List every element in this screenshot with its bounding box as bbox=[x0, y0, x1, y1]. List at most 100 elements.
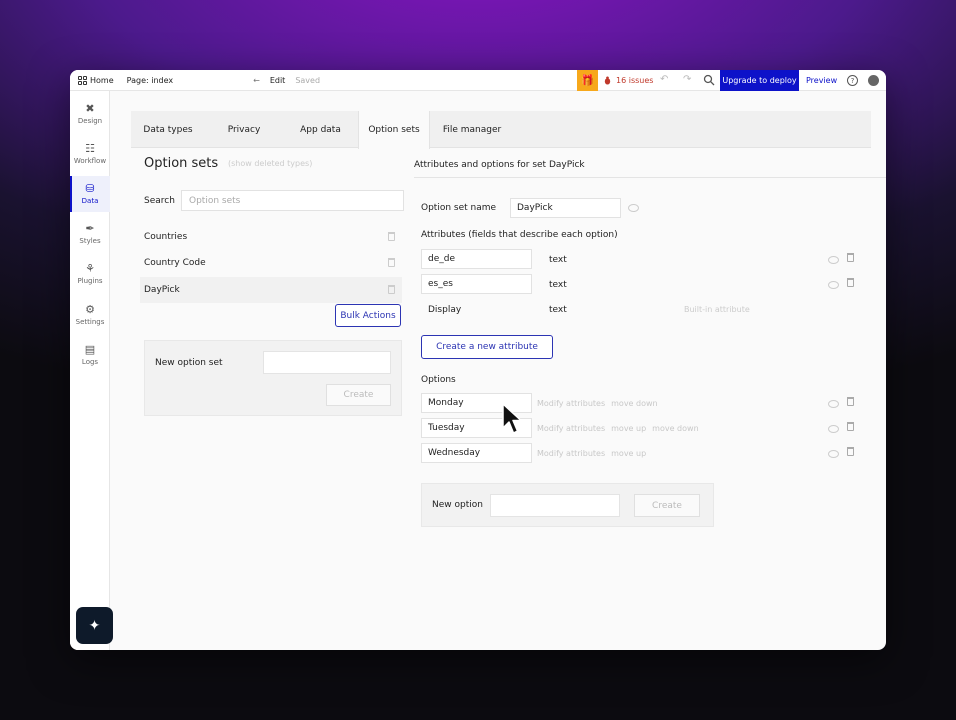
search-input[interactable] bbox=[181, 190, 404, 211]
mouse-cursor-icon bbox=[502, 403, 522, 434]
data-icon: ⛁ bbox=[85, 182, 95, 195]
upgrade-to-deploy-button[interactable]: Upgrade to deploy bbox=[720, 70, 799, 91]
sidebar-item-design[interactable]: ✖ Design bbox=[70, 96, 110, 132]
new-option-panel: New option Create bbox=[421, 483, 714, 527]
tab-data-types[interactable]: Data types bbox=[131, 111, 205, 148]
tab-file-manager[interactable]: File manager bbox=[432, 111, 512, 148]
tab-option-sets[interactable]: Option sets bbox=[358, 111, 430, 149]
modify-attributes-link[interactable]: Modify attributes bbox=[537, 424, 605, 433]
tab-privacy[interactable]: Privacy bbox=[211, 111, 277, 148]
section-header: Attributes and options for set DayPick bbox=[414, 160, 585, 170]
option-set-name: DayPick bbox=[144, 285, 180, 295]
divider bbox=[414, 177, 886, 178]
plugins-icon: ⚘ bbox=[85, 262, 95, 275]
move-down-link[interactable]: move down bbox=[611, 399, 657, 408]
undo-icon[interactable]: ↶ bbox=[660, 74, 668, 85]
grid-icon bbox=[78, 75, 87, 85]
option-set-name-input[interactable]: DayPick bbox=[510, 198, 621, 218]
settings-icon: ⚙ bbox=[85, 303, 95, 316]
trash-icon[interactable] bbox=[388, 258, 395, 267]
show-deleted-link[interactable]: (show deleted types) bbox=[228, 159, 312, 168]
sidebar-item-logs[interactable]: ▤ Logs bbox=[70, 337, 110, 373]
trash-icon[interactable] bbox=[847, 397, 854, 406]
bulk-actions-button[interactable]: Bulk Actions bbox=[335, 304, 401, 327]
create-option-button[interactable]: Create bbox=[634, 494, 700, 517]
back-arrow-icon[interactable]: ← bbox=[253, 76, 260, 85]
sidebar-item-label: Styles bbox=[79, 237, 101, 245]
trash-icon[interactable] bbox=[388, 285, 395, 294]
modify-attributes-link[interactable]: Modify attributes bbox=[537, 399, 605, 408]
list-item[interactable]: Country Code bbox=[144, 250, 402, 276]
new-option-input[interactable] bbox=[490, 494, 620, 517]
redo-icon[interactable]: ↷ bbox=[683, 74, 691, 85]
help-icon[interactable]: ? bbox=[847, 75, 858, 86]
option-actions: Modify attributes move up move down bbox=[537, 424, 699, 433]
sidebar-item-label: Design bbox=[77, 117, 103, 125]
logs-icon: ▤ bbox=[84, 343, 96, 356]
option-name-field[interactable]: Wednesday bbox=[421, 443, 532, 463]
create-attribute-button[interactable]: Create a new attribute bbox=[421, 335, 553, 359]
list-item[interactable]: Countries bbox=[144, 224, 402, 250]
search-label: Search bbox=[144, 196, 175, 206]
trash-icon[interactable] bbox=[847, 422, 854, 431]
page-selector[interactable]: Page: index bbox=[127, 76, 174, 85]
styles-icon: ✒ bbox=[85, 222, 95, 235]
new-option-set-input[interactable] bbox=[263, 351, 391, 374]
edit-menu[interactable]: Edit bbox=[270, 76, 286, 85]
move-up-link[interactable]: move up bbox=[611, 424, 646, 433]
option-set-name-label: Option set name bbox=[421, 203, 497, 213]
list-item[interactable]: DayPick bbox=[140, 277, 402, 303]
sidebar: ✖ Design ☷ Workflow ⛁ Data ✒ Styles ⚘ Pl… bbox=[70, 91, 110, 650]
design-icon: ✖ bbox=[85, 102, 95, 115]
attribute-name-field[interactable]: es_es bbox=[421, 274, 532, 294]
attribute-name-field[interactable]: de_de bbox=[421, 249, 532, 269]
move-up-link[interactable]: move up bbox=[611, 449, 646, 458]
sidebar-item-label: Settings bbox=[75, 318, 105, 326]
sidebar-item-workflow[interactable]: ☷ Workflow bbox=[70, 136, 110, 172]
attribute-type: text bbox=[549, 305, 567, 315]
trash-icon[interactable] bbox=[847, 278, 854, 287]
move-down-link[interactable]: move down bbox=[652, 424, 698, 433]
sidebar-item-plugins[interactable]: ⚘ Plugins bbox=[70, 256, 110, 292]
comment-icon[interactable] bbox=[828, 450, 839, 458]
create-option-set-button[interactable]: Create bbox=[326, 384, 391, 406]
avatar[interactable] bbox=[868, 75, 879, 86]
home-button[interactable]: Home bbox=[78, 75, 114, 85]
sidebar-item-data[interactable]: ⛁ Data bbox=[70, 176, 110, 212]
new-option-set-label: New option set bbox=[155, 358, 223, 368]
option-set-name: Countries bbox=[144, 232, 188, 242]
comment-icon[interactable] bbox=[828, 281, 839, 289]
tab-app-data[interactable]: App data bbox=[283, 111, 358, 148]
sidebar-item-label: Workflow bbox=[73, 157, 107, 165]
comment-icon[interactable] bbox=[828, 425, 839, 433]
trash-icon[interactable] bbox=[388, 232, 395, 241]
sidebar-item-settings[interactable]: ⚙ Settings bbox=[70, 297, 110, 333]
attribute-type: text bbox=[549, 255, 567, 265]
modify-attributes-link[interactable]: Modify attributes bbox=[537, 449, 605, 458]
saved-status: Saved bbox=[295, 75, 321, 85]
tab-bar: Data types Privacy App data Option sets … bbox=[131, 111, 871, 149]
comment-icon[interactable] bbox=[828, 400, 839, 408]
builtin-attribute-note: Built-in attribute bbox=[684, 305, 750, 314]
gift-icon[interactable]: 🎁 bbox=[577, 70, 598, 91]
new-option-label: New option bbox=[432, 500, 483, 510]
attribute-name-readonly: Display bbox=[428, 305, 462, 315]
option-set-name: Country Code bbox=[144, 258, 206, 268]
trash-icon[interactable] bbox=[847, 447, 854, 456]
option-actions: Modify attributes move down bbox=[537, 399, 658, 408]
app-window: Home Page: index ← Edit Saved 🎁 16 issue… bbox=[70, 70, 886, 650]
search-icon[interactable] bbox=[703, 74, 715, 86]
attribute-type: text bbox=[549, 280, 567, 290]
preview-button[interactable]: Preview bbox=[806, 70, 837, 91]
options-title: Options bbox=[421, 375, 456, 385]
comment-icon[interactable] bbox=[628, 204, 639, 212]
workflow-icon: ☷ bbox=[85, 142, 95, 155]
issues-indicator[interactable]: 16 issues bbox=[603, 70, 653, 91]
sidebar-item-styles[interactable]: ✒ Styles bbox=[70, 216, 110, 252]
sparkle-icon[interactable]: ✦ bbox=[76, 607, 113, 644]
trash-icon[interactable] bbox=[847, 253, 854, 262]
sidebar-item-label: Logs bbox=[81, 358, 99, 366]
bug-icon bbox=[604, 76, 611, 85]
comment-icon[interactable] bbox=[828, 256, 839, 264]
sidebar-item-label: Plugins bbox=[77, 277, 103, 285]
